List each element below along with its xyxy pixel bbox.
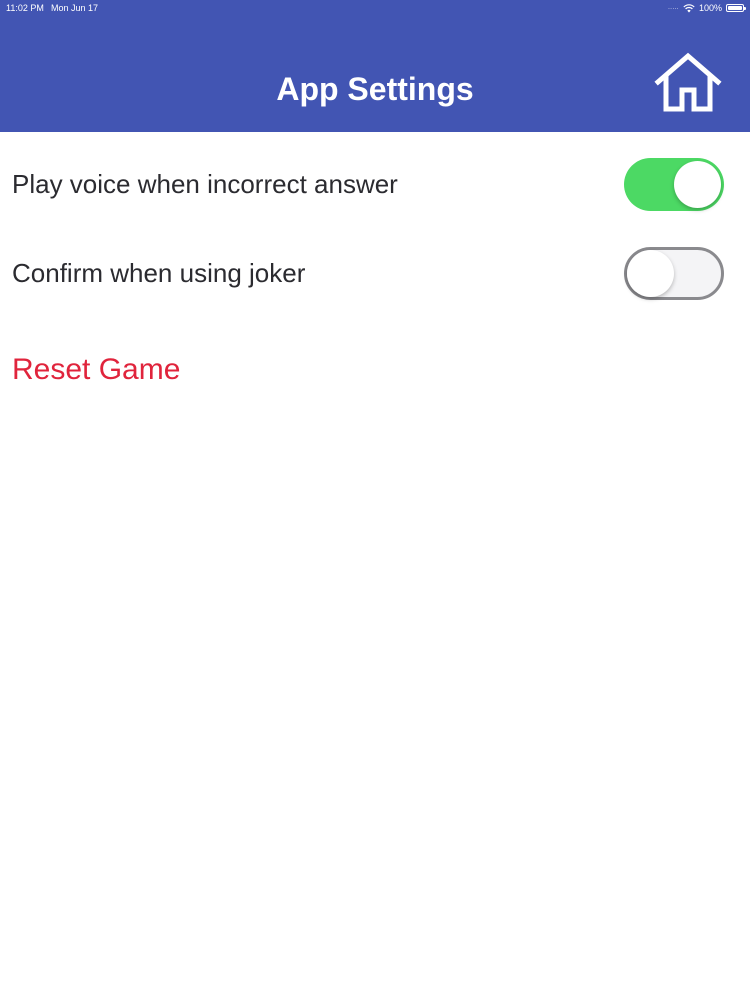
reset-game-button[interactable]: Reset Game (12, 350, 180, 390)
setting-label-joker: Confirm when using joker (12, 258, 306, 288)
battery-icon (726, 4, 746, 12)
status-date: Mon Jun 17 (51, 3, 99, 13)
page-title: App Settings (276, 71, 474, 107)
toggle-knob (674, 161, 721, 208)
voice-toggle[interactable] (624, 158, 724, 211)
status-time: 11:02 PM (6, 3, 44, 13)
setting-label-voice: Play voice when incorrect answer (12, 169, 398, 199)
battery-percent: 100% (698, 3, 722, 13)
status-bar: 11:02 PM Mon Jun 17 ..... 100% (0, 0, 750, 16)
signal-dots: ..... (668, 5, 679, 11)
setting-row-voice: Play voice when incorrect answer (0, 145, 750, 225)
home-icon (654, 52, 722, 112)
wifi-icon (683, 3, 695, 12)
joker-toggle[interactable] (624, 247, 724, 300)
nav-bar: 11:02 PM Mon Jun 17 ..... 100% App Setti… (0, 0, 750, 132)
setting-row-joker: Confirm when using joker (0, 234, 750, 314)
home-button[interactable] (654, 52, 722, 114)
status-indicators: ..... 100% (668, 0, 746, 16)
toggle-knob (627, 250, 674, 297)
